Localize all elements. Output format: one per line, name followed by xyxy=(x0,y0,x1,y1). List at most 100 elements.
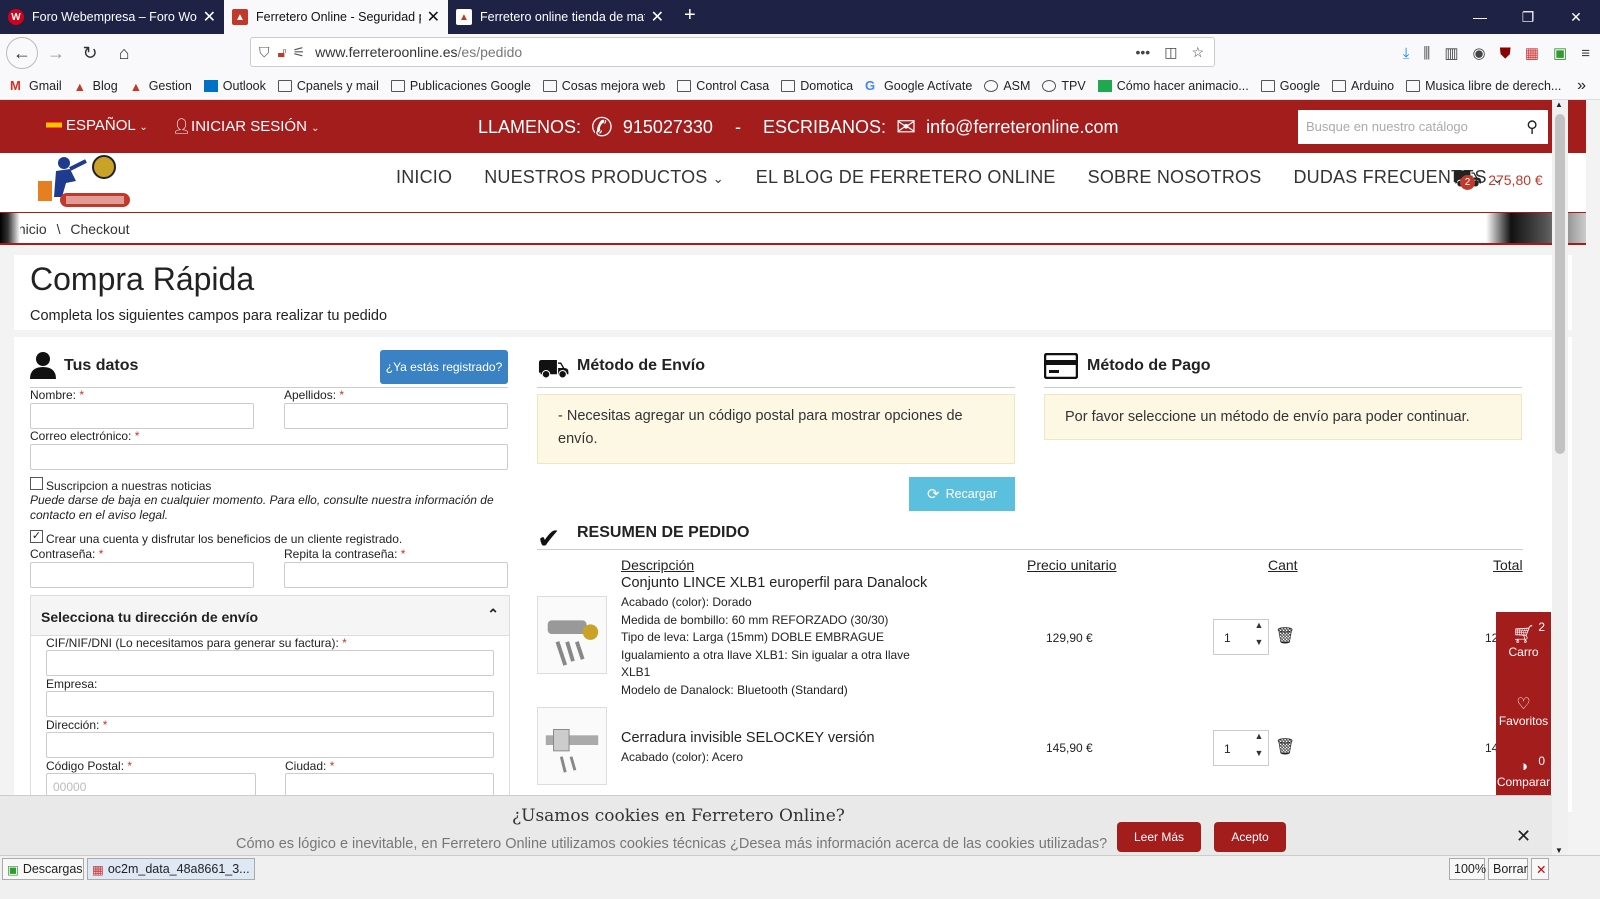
cookie-accept-button[interactable]: Acepto xyxy=(1214,822,1286,852)
repeat-password-field[interactable] xyxy=(284,562,508,588)
downloads-button[interactable]: ▣ Descargas xyxy=(2,858,84,880)
extension-icon[interactable]: ▦ xyxy=(1525,44,1539,62)
already-registered-button[interactable]: ¿Ya estás registrado? xyxy=(380,350,508,384)
nombre-field[interactable] xyxy=(30,403,254,429)
scrollbar-thumb[interactable] xyxy=(1555,114,1565,454)
email-link[interactable]: info@ferreteronline.com xyxy=(926,117,1118,138)
col-cant[interactable]: Cant xyxy=(1268,557,1298,573)
page-actions-icon[interactable]: ••• xyxy=(1135,44,1150,60)
zoom-level[interactable]: 100% xyxy=(1449,858,1486,880)
new-tab-icon[interactable]: + xyxy=(672,0,708,34)
col-precio[interactable]: Precio unitario xyxy=(1027,557,1117,573)
ublock-icon[interactable]: ⛊ xyxy=(1500,45,1511,62)
cif-field[interactable] xyxy=(46,650,494,676)
col-total[interactable]: Total xyxy=(1493,557,1523,573)
increment-icon[interactable]: ▲ xyxy=(1252,620,1266,637)
forward-icon[interactable]: → xyxy=(40,37,72,69)
nav-sobre-nosotros[interactable]: SOBRE NOSOTROS xyxy=(1088,167,1262,188)
bookmark-folder[interactable]: Domotica xyxy=(781,79,853,93)
bookmark-star-icon[interactable]: ☆ xyxy=(1191,44,1204,61)
page-scrollbar[interactable]: ▲ ▼ xyxy=(1552,100,1568,855)
nav-inicio[interactable]: INICIO xyxy=(396,167,452,188)
language-selector[interactable]: ESPAÑOL ⌄ xyxy=(46,117,148,134)
bookmark-folder[interactable]: Control Casa xyxy=(677,79,769,93)
bookmark-folder[interactable]: Cosas mejora web xyxy=(542,79,665,93)
back-icon[interactable]: ← xyxy=(6,37,38,69)
bookmark-animacion[interactable]: Cómo hacer animacio... xyxy=(1097,79,1249,93)
bookmark-gmail[interactable]: M Gmail xyxy=(10,79,62,93)
account-icon[interactable]: ◉ xyxy=(1473,44,1486,62)
bookmark-folder[interactable]: Musica libre de derech... xyxy=(1406,79,1561,93)
pocket-icon[interactable]: ◫ xyxy=(1164,44,1177,61)
apellidos-field[interactable] xyxy=(284,403,508,429)
email-field[interactable] xyxy=(30,444,508,470)
product-name[interactable]: Cerradura invisible SELOCKEY versión xyxy=(621,730,875,746)
trash-icon[interactable]: 🗑︎ xyxy=(1275,737,1295,757)
bookmark-tpv[interactable]: TPV xyxy=(1042,79,1086,93)
close-tab-icon[interactable]: ✕ xyxy=(427,7,440,27)
reload-icon[interactable]: ↻ xyxy=(74,37,106,69)
ciudad-label: Ciudad: * xyxy=(285,759,335,773)
quantity-stepper[interactable]: 1 ▲ ▼ xyxy=(1213,730,1269,766)
phone-number[interactable]: 915027330 xyxy=(623,117,713,138)
trash-icon[interactable]: 🗑︎ xyxy=(1275,626,1295,646)
direccion-field[interactable] xyxy=(46,732,494,758)
sidebar-icon[interactable]: ▥ xyxy=(1444,44,1458,62)
col-descripcion[interactable]: Descripción xyxy=(621,557,694,573)
nav-blog[interactable]: EL BLOG DE FERRETERO ONLINE xyxy=(756,167,1056,188)
browser-tab-3[interactable]: ▲ Ferretero online tienda de mate ✕ xyxy=(448,0,672,34)
scroll-up-icon[interactable]: ▲ xyxy=(1555,100,1563,109)
decrement-icon[interactable]: ▼ xyxy=(1252,748,1266,765)
close-status-icon[interactable]: ✕ xyxy=(1531,858,1549,880)
bookmark-google-activate[interactable]: G Google Actívate xyxy=(865,79,972,93)
create-account-checkbox[interactable]: ✓ xyxy=(30,530,43,543)
bookmark-folder[interactable]: Cpanels y mail xyxy=(277,79,379,93)
extension-icon[interactable]: ▣ xyxy=(1553,44,1567,62)
side-compare-button[interactable]: ◑ 0 Comparar xyxy=(1496,754,1551,789)
menu-icon[interactable]: ≡ xyxy=(1581,45,1590,62)
empresa-field[interactable] xyxy=(46,691,494,717)
newsletter-checkbox[interactable] xyxy=(30,477,43,490)
address-panel-header[interactable]: Selecciona tu dirección de envío ⌃ xyxy=(31,596,509,636)
minimize-icon[interactable]: — xyxy=(1456,0,1504,34)
bookmark-folder[interactable]: Arduino xyxy=(1332,79,1394,93)
increment-icon[interactable]: ▲ xyxy=(1252,731,1266,748)
close-tab-icon[interactable]: ✕ xyxy=(651,7,664,27)
decrement-icon[interactable]: ▼ xyxy=(1252,637,1266,654)
quantity-stepper[interactable]: 1 ▲ ▼ xyxy=(1213,619,1269,655)
library-icon[interactable]: ⫼ xyxy=(1423,45,1430,62)
close-icon[interactable]: ✕ xyxy=(1516,826,1531,847)
download-icon[interactable]: ⤓ xyxy=(1403,45,1410,62)
bookmark-blog[interactable]: ▲ Blog xyxy=(74,79,118,94)
product-name[interactable]: Conjunto LINCE XLB1 europerfil para Dana… xyxy=(621,575,927,591)
cookie-more-button[interactable]: Leer Más xyxy=(1117,822,1201,852)
download-file-item[interactable]: ▦ oc2m_data_48a8661_3... xyxy=(87,858,255,880)
product-image[interactable] xyxy=(537,707,607,785)
bookmark-folder[interactable]: Google xyxy=(1260,79,1320,93)
bookmark-folder[interactable]: Publicaciones Google xyxy=(390,79,531,93)
header-cart[interactable]: ⛟ 2 275,80 € xyxy=(1452,165,1543,195)
reload-button[interactable]: ⟳ Recargar xyxy=(909,477,1015,511)
clear-button[interactable]: Borrar xyxy=(1488,858,1528,880)
url-bar[interactable]: ⛉ 🔓︎ ⚟ www.ferreteroonline.es /es/pedido… xyxy=(250,37,1215,67)
nav-productos[interactable]: NUESTROS PRODUCTOS ⌄ xyxy=(484,167,724,188)
close-window-icon[interactable]: ✕ xyxy=(1552,0,1600,34)
search-icon[interactable]: ⚲ xyxy=(1526,117,1538,137)
ferretero-logo[interactable] xyxy=(36,153,132,211)
close-tab-icon[interactable]: ✕ xyxy=(203,7,216,27)
bookmark-outlook[interactable]: Outlook xyxy=(203,79,266,93)
search-input[interactable]: Busque en nuestro catálogo ⚲ xyxy=(1298,110,1548,144)
more-bookmarks-icon[interactable]: » xyxy=(1577,77,1586,95)
password-field[interactable] xyxy=(30,562,254,588)
browser-tab-2[interactable]: ▲ Ferretero Online - Seguridad pa ✕ xyxy=(224,0,448,34)
login-link[interactable]: 👤︎INICIAR SESIÓN ⌄ xyxy=(172,117,319,135)
side-cart-button[interactable]: 🛒︎ 2 Carro xyxy=(1496,620,1551,659)
bookmark-gestion[interactable]: ▲ Gestion xyxy=(130,79,192,94)
side-favorites-button[interactable]: ♡ Favoritos xyxy=(1496,694,1551,728)
product-image[interactable] xyxy=(537,596,607,674)
browser-tab-1[interactable]: W Foro Webempresa – Foro Word ✕ xyxy=(0,0,224,34)
bookmark-asm[interactable]: ASM xyxy=(984,79,1030,93)
restore-icon[interactable]: ❐ xyxy=(1504,0,1552,34)
scroll-down-icon[interactable]: ▼ xyxy=(1555,846,1563,855)
home-icon[interactable]: ⌂ xyxy=(108,37,140,69)
